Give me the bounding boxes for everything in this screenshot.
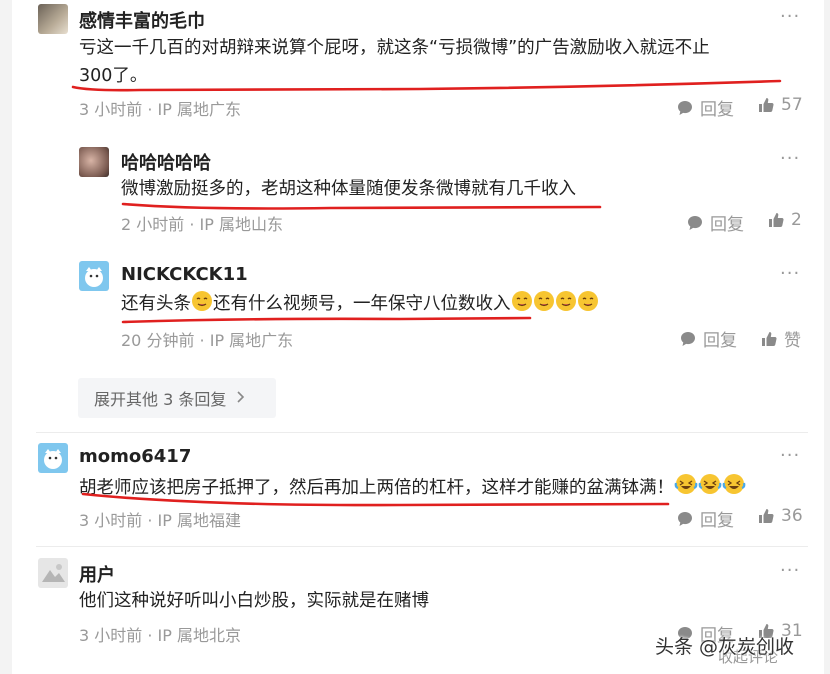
meta-dot: · [189,215,200,234]
comment-meta: 3 小时前 · IP 属地广东 [79,96,241,120]
drooling-emoji [533,290,555,321]
reply-button[interactable]: 回复 [676,95,734,120]
comment-ip: IP 属地北京 [157,626,242,645]
reply-icon [686,214,704,232]
reply-time: 2 小时前 [121,215,185,234]
laughing-crying-emoji [674,472,698,505]
avatar[interactable] [79,147,109,177]
like-icon [767,211,785,229]
like-label: 赞 [784,331,801,351]
comment-text: 胡老师应该把房子抵押了，然后再加上两倍的杠杆，这样才能赚的盆满钵满！ [79,472,746,505]
reply-meta: 20 分钟前 · IP 属地广东 [121,327,293,351]
scrollbar[interactable] [824,0,830,674]
comment-ip: IP 属地广东 [157,100,242,119]
like-count: 2 [791,210,802,230]
more-icon[interactable]: ··· [780,6,800,27]
reply-button[interactable]: 回复 [686,210,744,235]
red-underline [121,202,602,210]
like-button[interactable]: 36 [757,506,803,526]
like-count: 57 [781,95,803,115]
reply-ip: IP 属地广东 [209,331,294,350]
avatar[interactable] [38,443,68,473]
watermark: 头条 @灰炭创收 [655,636,795,658]
reply-text: 微博激励挺多的，老胡这种体量随便发条微博就有几千收入 [121,179,576,199]
reply-label: 回复 [710,215,744,235]
more-icon[interactable]: ··· [780,445,800,466]
avatar[interactable] [38,4,68,34]
reply-text: 还有头条 还有什么视频号，一年保守八位数收入 [121,290,599,321]
like-count: 36 [781,506,803,526]
meta-dot: · [199,331,210,350]
reply-label: 回复 [700,511,734,531]
like-button[interactable]: 赞 [760,326,801,351]
reply-icon [676,510,694,528]
reply-icon [679,330,697,348]
comment-text-line1: 亏这一千几百的对胡辩来说算个屁呀，就这条“亏损微博”的广告激励收入就远不止 [79,38,710,58]
comment-author[interactable]: 用户 [79,561,115,587]
reply-button[interactable]: 回复 [679,326,737,351]
like-icon [757,507,775,525]
divider [36,546,808,547]
comment-meta: 3 小时前 · IP 属地福建 [79,507,241,531]
reply-ip: IP 属地山东 [199,215,284,234]
meta-dot: · [147,100,158,119]
drooling-emoji [555,290,577,321]
like-button[interactable]: 57 [757,95,803,115]
like-button[interactable]: 2 [767,210,802,230]
comment-text: 他们这种说好听叫小白炒股，实际就是在赌博 [79,591,429,611]
reply-button[interactable]: 回复 [676,506,734,531]
reply-author[interactable]: 哈哈哈哈哈 [121,149,211,175]
avatar[interactable] [38,558,68,588]
more-icon[interactable]: ··· [780,560,800,581]
comment-time: 3 小时前 [79,100,143,119]
comment-author[interactable]: momo6417 [79,446,191,467]
reply-time: 20 分钟前 [121,331,195,350]
reply-label: 回复 [700,100,734,120]
chevron-right-icon [236,389,246,408]
comment-meta: 3 小时前 · IP 属地北京 [79,622,241,646]
reply-author[interactable]: NICKCKCK11 [121,264,248,285]
meta-dot: · [147,511,158,530]
left-gutter [0,0,12,674]
reply-text-part-a: 还有头条 [121,294,191,314]
divider [36,432,808,433]
like-icon [757,96,775,114]
more-icon[interactable]: ··· [780,263,800,284]
meta-dot: · [147,626,158,645]
laughing-crying-emoji [722,472,746,505]
laughing-crying-emoji [698,472,722,505]
comment-ip: IP 属地福建 [157,511,242,530]
reply-icon [676,99,694,117]
reply-meta: 2 小时前 · IP 属地山东 [121,211,283,235]
more-icon[interactable]: ··· [780,148,800,169]
like-icon [760,330,778,348]
comment-text-line2: 300了。 [79,66,148,86]
comment-author[interactable]: 感情丰富的毛巾 [79,7,205,33]
reply-label: 回复 [703,331,737,351]
expand-replies-button[interactable]: 展开其他 3 条回复 [78,378,276,418]
comment-text-body: 胡老师应该把房子抵押了，然后再加上两倍的杠杆，这样才能赚的盆满钵满！ [79,478,674,498]
drooling-emoji [191,290,213,321]
drooling-emoji [511,290,533,321]
drooling-emoji [577,290,599,321]
expand-label: 展开其他 3 条回复 [94,390,227,409]
comment-time: 3 小时前 [79,511,143,530]
avatar[interactable] [79,261,109,291]
comment-time: 3 小时前 [79,626,143,645]
red-underline [71,79,782,92]
reply-text-part-b: 还有什么视频号，一年保守八位数收入 [213,294,511,314]
